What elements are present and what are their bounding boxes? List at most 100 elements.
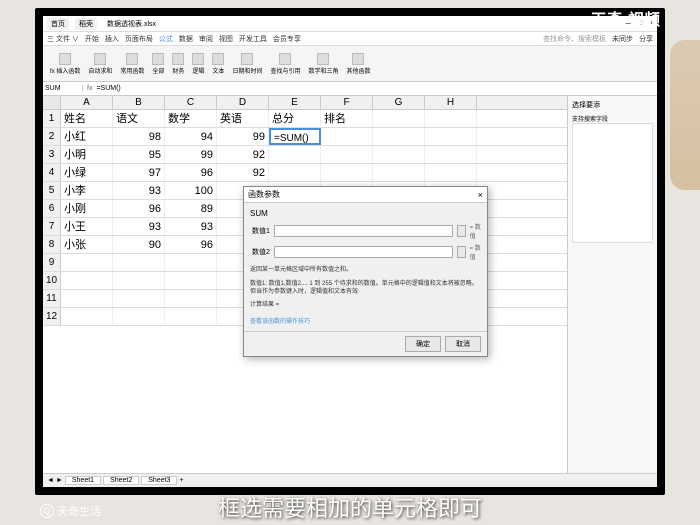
menu-data[interactable]: 数据 xyxy=(179,34,193,44)
cell[interactable] xyxy=(425,146,477,163)
tool-finance[interactable]: 财务 xyxy=(169,53,187,75)
cell[interactable] xyxy=(321,164,373,181)
cell[interactable] xyxy=(113,272,165,289)
cell[interactable]: 93 xyxy=(165,218,217,235)
cell[interactable] xyxy=(61,272,113,289)
tool-insert-fn[interactable]: fx 插入函数 xyxy=(47,53,83,75)
tool-other[interactable]: 其他函数 xyxy=(343,53,373,75)
cell[interactable]: 96 xyxy=(165,236,217,253)
tool-common[interactable]: 常用函数 xyxy=(117,53,147,75)
active-cell[interactable]: =SUM() xyxy=(269,128,321,145)
name-box[interactable]: SUM xyxy=(43,85,83,92)
menu-start[interactable]: 开始 xyxy=(85,34,99,44)
sheet-tab[interactable]: Sheet1 xyxy=(65,476,101,485)
cell[interactable] xyxy=(269,146,321,163)
cancel-button[interactable]: 取消 xyxy=(445,336,481,352)
cell[interactable] xyxy=(373,110,425,127)
col-header[interactable]: B xyxy=(113,96,165,109)
row-header[interactable]: 3 xyxy=(43,146,61,163)
menu-layout[interactable]: 页面布局 xyxy=(125,34,153,44)
cell[interactable]: 98 xyxy=(113,128,165,145)
cell[interactable] xyxy=(113,290,165,307)
cell[interactable]: 数学 xyxy=(165,110,217,127)
cell[interactable]: 94 xyxy=(165,128,217,145)
dialog-close-icon[interactable]: × xyxy=(478,190,483,200)
col-header[interactable]: D xyxy=(217,96,269,109)
cell[interactable]: 95 xyxy=(113,146,165,163)
cell[interactable]: 99 xyxy=(165,146,217,163)
col-header[interactable]: G xyxy=(373,96,425,109)
cell[interactable]: 92 xyxy=(217,146,269,163)
row-header[interactable]: 1 xyxy=(43,110,61,127)
col-header[interactable]: E xyxy=(269,96,321,109)
cell[interactable] xyxy=(165,272,217,289)
tool-math[interactable]: 数学和三角 xyxy=(305,53,341,75)
col-header[interactable]: A xyxy=(61,96,113,109)
row-header[interactable]: 8 xyxy=(43,236,61,253)
col-header[interactable]: H xyxy=(425,96,477,109)
tool-lookup[interactable]: 查找与引用 xyxy=(267,53,303,75)
cell[interactable]: 语文 xyxy=(113,110,165,127)
cell[interactable]: 姓名 xyxy=(61,110,113,127)
cell[interactable]: 英语 xyxy=(217,110,269,127)
row-header[interactable]: 10 xyxy=(43,272,61,289)
cell[interactable] xyxy=(113,308,165,325)
search-hint[interactable]: 查找命令、搜索模板 xyxy=(543,34,606,44)
cell[interactable]: 92 xyxy=(217,164,269,181)
cell[interactable] xyxy=(425,110,477,127)
field-list[interactable] xyxy=(572,123,653,243)
row-header[interactable]: 6 xyxy=(43,200,61,217)
cell[interactable] xyxy=(373,164,425,181)
cell[interactable]: 小绿 xyxy=(61,164,113,181)
fx-button[interactable]: fx xyxy=(83,85,96,92)
col-header[interactable]: F xyxy=(321,96,373,109)
row-header[interactable]: 4 xyxy=(43,164,61,181)
dialog-titlebar[interactable]: 函数参数 × xyxy=(244,187,487,203)
cell[interactable] xyxy=(165,290,217,307)
cell[interactable] xyxy=(61,308,113,325)
row-header[interactable]: 5 xyxy=(43,182,61,199)
select-all-corner[interactable] xyxy=(43,96,61,109)
cell[interactable]: 总分 xyxy=(269,110,321,127)
param-input-1[interactable] xyxy=(274,225,453,237)
sheet-tab[interactable]: Sheet3 xyxy=(141,476,177,485)
tool-logic[interactable]: 逻辑 xyxy=(189,53,207,75)
cell[interactable] xyxy=(373,146,425,163)
menu-review[interactable]: 审阅 xyxy=(199,34,213,44)
range-select-icon[interactable] xyxy=(457,246,466,258)
cell[interactable] xyxy=(425,128,477,145)
cell[interactable]: 97 xyxy=(113,164,165,181)
range-select-icon[interactable] xyxy=(457,225,466,237)
add-sheet-icon[interactable]: + xyxy=(179,477,183,484)
cell[interactable] xyxy=(165,254,217,271)
tab-home[interactable]: 首页 xyxy=(47,18,69,30)
cell[interactable]: 小刚 xyxy=(61,200,113,217)
cell[interactable]: 小红 xyxy=(61,128,113,145)
cell[interactable] xyxy=(61,254,113,271)
cell[interactable]: 小明 xyxy=(61,146,113,163)
cell[interactable]: 99 xyxy=(217,128,269,145)
cell[interactable]: 96 xyxy=(113,200,165,217)
menu-view[interactable]: 视图 xyxy=(219,34,233,44)
tab-file[interactable]: 数据透视表.xlsx xyxy=(103,18,160,30)
cell[interactable]: 96 xyxy=(165,164,217,181)
cell[interactable]: 排名 xyxy=(321,110,373,127)
tool-text[interactable]: 文本 xyxy=(209,53,227,75)
cell[interactable] xyxy=(425,164,477,181)
row-header[interactable]: 7 xyxy=(43,218,61,235)
cell[interactable]: 93 xyxy=(113,182,165,199)
prev-sheet-icon[interactable]: ◄ xyxy=(47,477,54,484)
cell[interactable] xyxy=(113,254,165,271)
menu-formula[interactable]: 公式 xyxy=(159,34,173,44)
cell[interactable] xyxy=(321,128,373,145)
cell[interactable]: 小王 xyxy=(61,218,113,235)
share-button[interactable]: 分享 xyxy=(639,34,653,44)
tool-date[interactable]: 日期和时间 xyxy=(229,53,265,75)
cell[interactable] xyxy=(165,308,217,325)
cell[interactable] xyxy=(61,290,113,307)
sheet-tab[interactable]: Sheet2 xyxy=(103,476,139,485)
cell[interactable] xyxy=(269,164,321,181)
cell[interactable] xyxy=(321,146,373,163)
tool-all[interactable]: 全部 xyxy=(149,53,167,75)
cell[interactable]: 小张 xyxy=(61,236,113,253)
